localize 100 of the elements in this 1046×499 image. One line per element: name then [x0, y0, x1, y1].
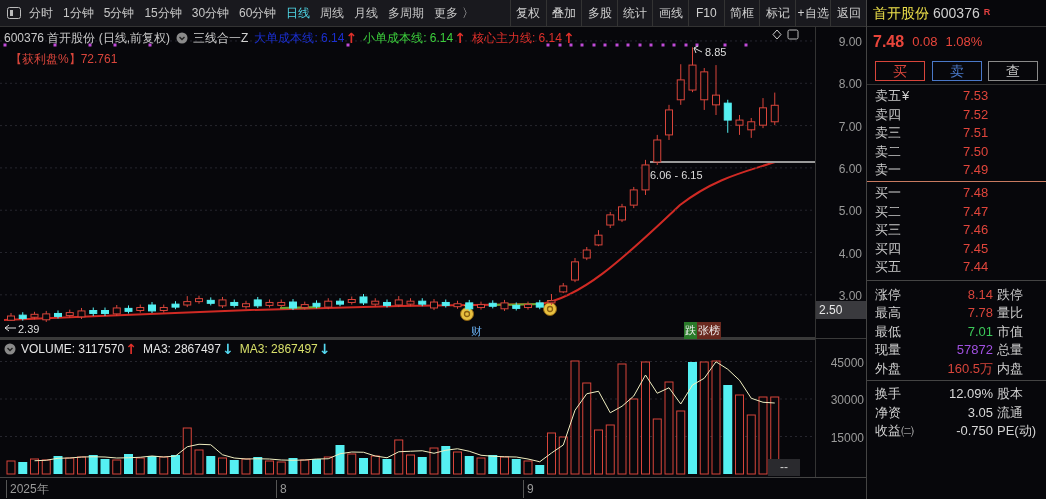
order-level-label: 买四 [875, 239, 901, 258]
order-price: 7.53 [963, 87, 989, 106]
dropdown-icon[interactable] [176, 32, 189, 44]
stat-label: 最低 [875, 322, 902, 341]
timeframe-tab[interactable]: 日线 [281, 4, 316, 22]
toolbar-button[interactable]: 叠加 [545, 0, 582, 26]
toolbar-button[interactable]: 标记 [759, 0, 795, 26]
candlestick [371, 297, 380, 307]
volume-bar [652, 418, 662, 475]
candlestick [688, 46, 697, 93]
trade-button[interactable]: 买 [875, 60, 925, 81]
chart-title: 600376 首开股份 (日线,前复权) [4, 30, 171, 47]
trade-button[interactable]: 查 [988, 60, 1038, 81]
volume-bar [464, 456, 474, 474]
timeframe-tab[interactable]: 更多 〉 [429, 4, 479, 22]
trade-button[interactable]: 卖 [931, 60, 982, 81]
candlestick [336, 297, 344, 307]
indicator-value: MA3: 2867497 [239, 341, 318, 358]
timeframe-tab[interactable]: 15分钟 [139, 4, 187, 22]
trend-arrow: ↑ [125, 342, 137, 356]
dropdown-icon[interactable] [4, 343, 16, 355]
volume-bar [605, 424, 615, 475]
stat-value: 160.5万 [946, 359, 993, 378]
candlestick [747, 117, 756, 139]
time-axis-label: 9 [523, 480, 534, 498]
trend-arrow: ↓ [318, 342, 331, 356]
candlestick [547, 293, 556, 306]
low-price-label: 2.39 [18, 322, 40, 337]
order-price: 7.48 [963, 184, 989, 203]
volume-axis-label: 15000 [830, 429, 864, 447]
order-price: 7.49 [963, 161, 989, 179]
timeframe-tab[interactable]: 分时 [24, 4, 58, 22]
toolbar-button[interactable]: 统计 [616, 0, 653, 26]
ohlc-button[interactable] [787, 29, 799, 40]
candlestick [629, 186, 638, 209]
stat-value: 12.09% [947, 385, 993, 404]
timeframe-tab[interactable]: 60分钟 [234, 4, 282, 22]
order-level-label: 买五 [875, 257, 901, 276]
candlestick [300, 301, 309, 311]
candlestick [571, 257, 579, 283]
toolbar-button[interactable]: 返回 [830, 0, 866, 26]
volume-bar [335, 445, 345, 474]
toolbar-button[interactable]: 简框 [723, 0, 760, 26]
stat-value: 7.01 [966, 322, 993, 341]
corner-label: -- [768, 459, 800, 476]
low-pointer-icon [4, 324, 17, 332]
indicator-value: 大单成本线: 6.14 [254, 30, 345, 47]
volume-bar [394, 439, 404, 475]
toolbar-button[interactable]: 复权 [510, 0, 546, 26]
toolbar-button[interactable]: 多股 [581, 0, 617, 26]
timeframe-tab[interactable]: 5分钟 [98, 4, 140, 22]
price-change: 0.08 [912, 33, 938, 52]
stat-label: 换手 [875, 385, 902, 404]
candlestick [7, 312, 15, 322]
toolbar-button[interactable]: +自选 [794, 0, 831, 26]
volume-bar [288, 458, 298, 474]
candlestick [42, 310, 51, 323]
volume-bar [594, 429, 603, 475]
candlestick [406, 297, 415, 307]
order-level-label: 卖一 [875, 161, 901, 179]
stat-label: 跌停 [996, 285, 1024, 304]
high-price-label: 8.85 [705, 45, 727, 60]
volume-bar [194, 449, 204, 475]
order-price: 7.52 [963, 105, 989, 124]
toolbar-button[interactable]: F10 [688, 0, 724, 26]
volume-bar [171, 455, 180, 474]
volume-bar [406, 454, 415, 475]
candlestick [618, 203, 626, 223]
volume-bar [347, 453, 357, 475]
candlestick [265, 299, 274, 309]
stat-value: 57872 [955, 341, 993, 360]
sidebar-toggle-icon[interactable] [7, 7, 21, 19]
timeframe-tab[interactable]: 30分钟 [186, 4, 235, 22]
toolbar-button[interactable]: 画线 [652, 0, 689, 26]
candlestick [77, 307, 86, 320]
volume-bar [276, 461, 286, 475]
indicator-name: 三线合一Z [193, 30, 249, 47]
volume-bar [88, 455, 98, 474]
timeframe-tab[interactable]: 周线 [315, 4, 350, 22]
candlestick [112, 304, 121, 317]
candlestick [183, 295, 192, 308]
volume-bar [253, 457, 263, 474]
indicator-value: 核心主力线: 6.14 [471, 30, 562, 47]
timeframe-tab[interactable]: 月线 [349, 4, 384, 22]
volume-bar [30, 458, 39, 475]
candlestick [712, 64, 720, 116]
timeframe-tab[interactable]: 多周期 [383, 4, 430, 22]
volume-bar [112, 459, 122, 475]
volume-bar [218, 457, 227, 475]
candlestick [559, 282, 568, 294]
candlestick [582, 246, 591, 261]
volume-bar [100, 459, 110, 474]
stat-label: 净资 [875, 403, 902, 422]
diamond-icon[interactable] [772, 29, 782, 40]
volume-bar [206, 456, 216, 474]
volume-bar [535, 465, 545, 474]
candlestick [65, 309, 74, 319]
volume-axis-label: 30000 [830, 392, 864, 409]
order-price: 7.50 [963, 142, 989, 161]
timeframe-tab[interactable]: 1分钟 [58, 4, 99, 22]
